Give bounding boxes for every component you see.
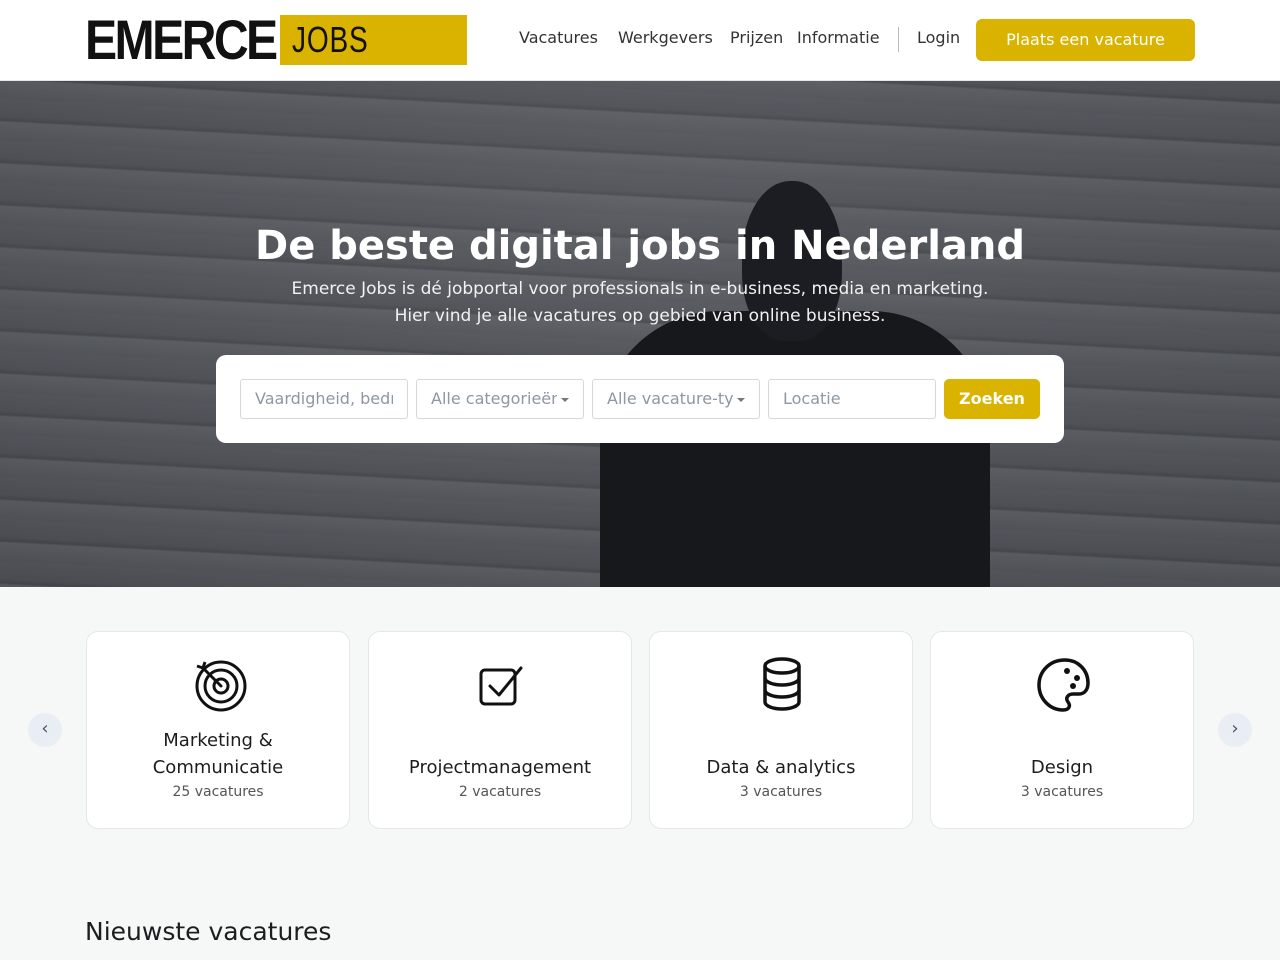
latest-vacancies-title: Nieuwste vacatures	[85, 917, 332, 946]
target-icon	[195, 660, 247, 712]
category-select-value: Alle categorieën	[431, 389, 557, 408]
category-name-line-2: Communicatie	[152, 757, 284, 778]
nav-werkgevers[interactable]: Werkgevers	[618, 28, 713, 47]
category-card-design[interactable]: Design 3 vacatures	[930, 631, 1194, 829]
hero-subtitle-line-1: Emerce Jobs is dé jobportal voor profess…	[291, 279, 989, 299]
category-card-data-analytics[interactable]: Data & analytics 3 vacatures	[649, 631, 913, 829]
carousel-next-button[interactable]: ›	[1218, 713, 1252, 747]
category-count: 25 vacatures	[172, 784, 264, 800]
caret-down-icon	[737, 398, 745, 402]
hero-section: De beste digital jobs in Nederland Emerc…	[0, 81, 1280, 587]
login-link[interactable]: Login	[917, 28, 960, 47]
location-field[interactable]	[768, 379, 936, 419]
nav-prijzen[interactable]: Prijzen	[730, 28, 783, 47]
category-name: Projectmanagement	[408, 757, 592, 778]
keyword-field[interactable]	[240, 379, 408, 419]
location-input[interactable]	[783, 389, 921, 408]
nav-informatie[interactable]: Informatie	[797, 28, 880, 47]
category-name: Design	[1030, 757, 1094, 778]
category-name: Data & analytics	[706, 757, 856, 778]
logo-text: EMERCE	[85, 8, 278, 71]
palette-icon	[1037, 658, 1090, 712]
logo-jobs-box: JOBS	[280, 15, 467, 65]
emerce-jobs-logo[interactable]: EMERCE JOBS	[85, 8, 467, 71]
category-name-line-1: Marketing &	[163, 730, 273, 751]
hero-subtitle-line-2: Hier vind je alle vacatures op gebied va…	[394, 306, 886, 326]
hero-person-silhouette	[600, 311, 990, 587]
site-header: EMERCE JOBS Vacatures Werkgevers Prijzen…	[0, 0, 1280, 81]
category-select[interactable]: Alle categorieën	[416, 379, 584, 419]
checkbox-icon	[479, 666, 523, 706]
category-card-marketing[interactable]: Marketing & Communicatie 25 vacatures	[86, 631, 350, 829]
nav-vacatures[interactable]: Vacatures	[519, 28, 598, 47]
category-card-projectmanagement[interactable]: Projectmanagement 2 vacatures	[368, 631, 632, 829]
database-icon	[763, 657, 801, 711]
hero-title: De beste digital jobs in Nederland	[254, 223, 1026, 269]
category-count: 3 vacatures	[739, 784, 823, 800]
carousel-prev-button[interactable]: ‹	[28, 713, 62, 747]
keyword-input[interactable]	[255, 389, 393, 408]
nav-divider	[898, 27, 899, 52]
search-button[interactable]: Zoeken	[944, 379, 1040, 419]
caret-down-icon	[561, 398, 569, 402]
search-form: Alle categorieën Alle vacature-types Zoe…	[216, 355, 1064, 443]
category-count: 2 vacatures	[458, 784, 542, 800]
vacancy-type-select[interactable]: Alle vacature-types	[592, 379, 760, 419]
logo-jobs-text: JOBS	[292, 19, 369, 60]
post-vacancy-button[interactable]: Plaats een vacature	[976, 19, 1195, 61]
vacancy-type-select-value: Alle vacature-types	[607, 389, 733, 408]
category-count: 3 vacatures	[1020, 784, 1104, 800]
